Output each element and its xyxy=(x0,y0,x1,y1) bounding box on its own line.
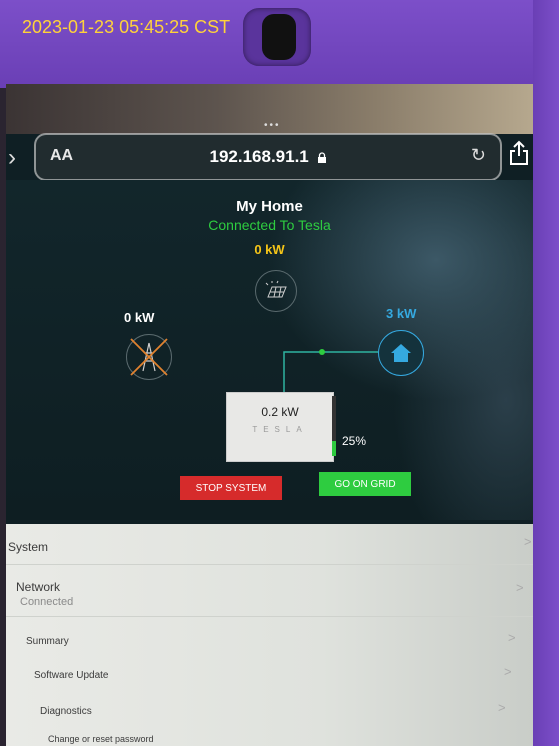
settings-menu: System > Network Connected > Summary > S… xyxy=(6,524,533,746)
battery-charge-percent: 25% xyxy=(342,434,367,448)
address-bar[interactable]: AA 192.168.91.1 ↻ xyxy=(34,133,502,181)
solar-panel-icon xyxy=(265,280,287,298)
battery-power-value: 0.2 kW xyxy=(261,405,299,419)
url-text[interactable]: 192.168.91.1 xyxy=(36,147,500,167)
lock-icon xyxy=(317,151,326,163)
tablet-screen: ••• › AA 192.168.91.1 ↻ My Home Connecte… xyxy=(6,84,533,746)
chevron-right-icon[interactable]: > xyxy=(516,580,524,595)
back-chevron-icon[interactable]: › xyxy=(8,144,16,172)
menu-item-software-update[interactable]: Software Update xyxy=(34,670,109,681)
home-icon xyxy=(391,344,411,362)
reload-icon[interactable]: ↻ xyxy=(471,145,486,166)
share-icon[interactable] xyxy=(509,140,529,166)
grid-node xyxy=(126,334,172,380)
photo-timestamp: 2023-01-23 05:45:25 CST xyxy=(22,17,231,37)
stop-system-button[interactable]: STOP SYSTEM xyxy=(180,476,282,500)
battery-charge-bar xyxy=(332,396,336,456)
grid-power-value: 0 kW xyxy=(124,310,155,325)
menu-item-network[interactable]: Network xyxy=(16,580,60,594)
powerwall-card[interactable]: 0.2 kW TESLA xyxy=(226,392,334,462)
home-node xyxy=(378,330,424,376)
home-power-value: 3 kW xyxy=(386,306,417,321)
menu-item-change-password[interactable]: Change or reset password xyxy=(48,734,154,744)
page-title: My Home xyxy=(236,198,303,215)
camera-lens xyxy=(262,14,296,60)
connection-status: Connected To Tesla xyxy=(208,217,331,233)
menu-item-diagnostics[interactable]: Diagnostics xyxy=(40,706,92,717)
solar-power-value: 0 kW xyxy=(254,242,285,257)
chevron-right-icon[interactable]: > xyxy=(504,664,512,679)
solar-node xyxy=(255,270,297,312)
chevron-right-icon[interactable]: > xyxy=(508,630,516,645)
chevron-right-icon[interactable]: > xyxy=(498,700,506,715)
url-value: 192.168.91.1 xyxy=(209,147,309,166)
menu-divider xyxy=(6,564,533,565)
chevron-right-icon[interactable]: > xyxy=(524,534,532,549)
battery-brand: TESLA xyxy=(252,425,308,434)
tablet-case-right xyxy=(533,0,559,746)
menu-divider xyxy=(6,616,533,617)
go-on-grid-button[interactable]: GO ON GRID xyxy=(319,472,411,496)
tab-dots[interactable]: ••• xyxy=(264,120,281,131)
menu-item-summary[interactable]: Summary xyxy=(26,636,69,647)
network-status: Connected xyxy=(20,596,74,608)
grid-tower-disconnected-icon xyxy=(130,338,168,376)
battery-charge-fill xyxy=(332,441,336,456)
menu-item-system[interactable]: System xyxy=(8,540,48,554)
